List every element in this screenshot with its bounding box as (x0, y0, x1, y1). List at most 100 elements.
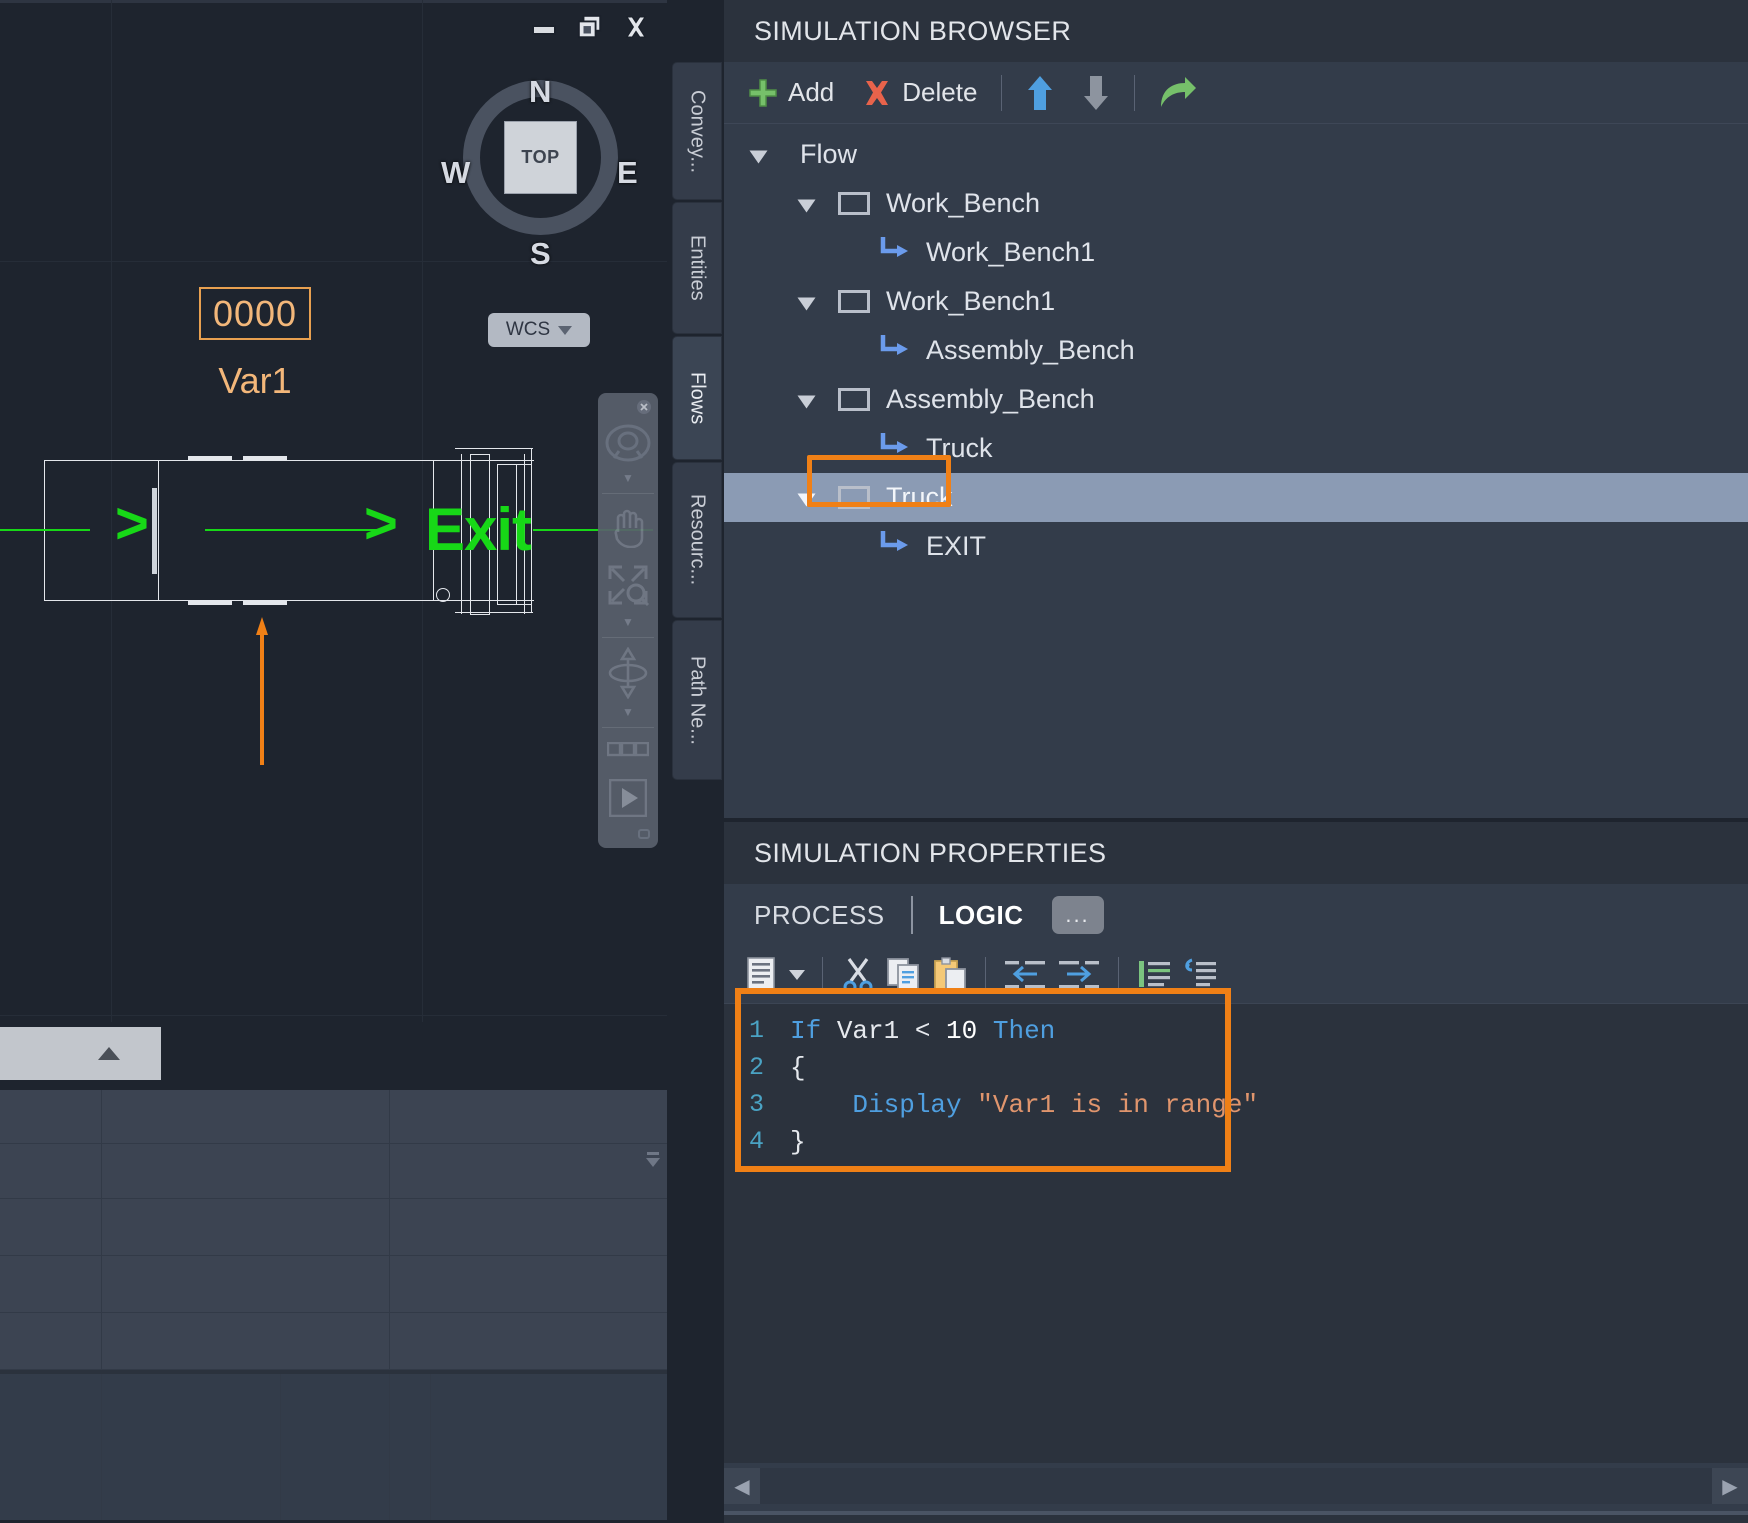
more-options-button[interactable]: ... (1051, 896, 1104, 934)
chevron-up-icon (97, 1047, 120, 1060)
editor-toolbar[interactable] (724, 946, 1748, 1004)
wcs-dropdown[interactable]: WCS (488, 313, 590, 347)
grid-line (0, 1015, 667, 1016)
table-row[interactable] (0, 1256, 667, 1313)
flow-tree[interactable]: Flow Work_Bench Work_Bench1 Work_Bench1 … (724, 124, 1748, 571)
copy-icon[interactable] (881, 954, 927, 996)
expand-caret-icon[interactable] (797, 193, 822, 215)
table-row[interactable] (0, 1199, 667, 1256)
sidebar-tab-label: Resourc... (686, 494, 709, 586)
tree-item-work-bench1-link[interactable]: Work_Bench1 (724, 228, 1748, 277)
code-token: Then (992, 1016, 1056, 1046)
tab-logic[interactable]: LOGIC (925, 900, 1038, 931)
view-cube-top-face[interactable]: TOP (504, 121, 577, 194)
window-controls[interactable] (531, 14, 649, 40)
delete-button[interactable]: Delete (848, 70, 991, 116)
browser-toolbar[interactable]: Add Delete (724, 62, 1748, 124)
logic-code-editor[interactable]: 1 2 3 4 If Var1 < 10 Then{ Display "Var1… (724, 1004, 1748, 1463)
sidebar-tab-path-networks[interactable]: Path Ne... (672, 620, 722, 780)
go-to-button[interactable] (1145, 70, 1211, 116)
outdent-icon[interactable] (998, 954, 1052, 996)
uncomment-icon[interactable] (1177, 954, 1223, 996)
sidebar-tab-resources[interactable]: Resourc... (672, 462, 722, 618)
app-root: N S W E TOP WCS 0000 Var1 > > Exit ▼ ▼ ▼… (0, 0, 1748, 1523)
tree-item-label: EXIT (926, 531, 987, 561)
simulation-properties-body: PROCESS LOGIC ... 1 2 3 4 If Var1 < 10 T… (724, 884, 1748, 1523)
chevron-down-icon[interactable]: ▼ (598, 615, 658, 629)
expand-caret-icon[interactable] (797, 291, 822, 313)
collapse-panel-button[interactable] (0, 1027, 161, 1080)
tree-item-assembly-bench[interactable]: Assembly_Bench (724, 375, 1748, 424)
move-down-button[interactable] (1068, 70, 1124, 116)
tree-item-assembly-bench-link[interactable]: Assembly_Bench (724, 326, 1748, 375)
view-cube[interactable]: N S W E TOP (441, 58, 638, 271)
tree-item-flow[interactable]: Flow (724, 130, 1748, 179)
zoom-extents-icon[interactable] (598, 557, 658, 613)
flow-link-icon (878, 235, 910, 271)
steering-wheel-icon[interactable] (598, 415, 658, 471)
chevron-down-icon (558, 325, 573, 335)
resize-grip-icon[interactable] (598, 821, 658, 847)
table-row[interactable] (0, 1144, 667, 1199)
orbit-icon[interactable] (598, 643, 658, 703)
tab-process[interactable]: PROCESS (740, 900, 899, 931)
chevron-down-icon[interactable]: ▼ (598, 471, 658, 485)
data-table[interactable] (0, 1090, 667, 1520)
navigation-toolbar[interactable]: ▼ ▼ ▼ (598, 393, 658, 848)
expand-caret-icon[interactable] (797, 487, 822, 509)
table-row[interactable] (0, 1090, 667, 1144)
path-chevron-icon: > (115, 491, 149, 556)
dropdown-caret-icon[interactable] (784, 954, 810, 996)
template-list-icon[interactable] (738, 954, 784, 996)
tree-item-label: Work_Bench1 (886, 286, 1056, 316)
add-button[interactable]: Add (734, 70, 848, 116)
table-column-divider (280, 1374, 281, 1520)
properties-tabs[interactable]: PROCESS LOGIC ... (724, 884, 1748, 946)
chevron-down-icon[interactable]: ▼ (598, 705, 658, 719)
sidebar-tab-conveyors[interactable]: Convey... (672, 62, 722, 200)
wcs-label: WCS (505, 319, 551, 340)
toolbar-divider (1134, 74, 1136, 111)
cad-viewport[interactable]: N S W E TOP WCS 0000 Var1 > > Exit ▼ ▼ ▼ (0, 0, 667, 1085)
indent-icon[interactable] (1052, 954, 1106, 996)
spinner-icon[interactable] (645, 1152, 661, 1167)
variable-value-box: 0000 (199, 287, 311, 340)
tree-item-exit[interactable]: EXIT (724, 522, 1748, 571)
tree-item-work-bench1[interactable]: Work_Bench1 (724, 277, 1748, 326)
compass-south-label: S (530, 236, 551, 271)
comment-icon[interactable] (1131, 954, 1177, 996)
tree-item-truck-link[interactable]: Truck (724, 424, 1748, 473)
close-icon[interactable] (598, 397, 658, 417)
flow-link-icon (878, 333, 910, 369)
side-tab-strip[interactable]: Convey... Entities Flows Resourc... Path… (672, 62, 724, 780)
move-up-button[interactable] (1012, 70, 1068, 116)
table-row[interactable] (0, 1313, 667, 1370)
tree-item-truck-selected[interactable]: Truck (724, 473, 1748, 522)
cut-icon[interactable] (835, 954, 881, 996)
window-grid-icon[interactable] (598, 733, 658, 777)
paste-icon[interactable] (927, 954, 973, 996)
table-column-divider (389, 1374, 390, 1520)
pan-hand-icon[interactable] (598, 499, 658, 555)
code-text-area[interactable]: If Var1 < 10 Then{ Display "Var1 is in r… (772, 1004, 1748, 1463)
scrollbar-track[interactable] (760, 1468, 1712, 1504)
sidebar-tab-flows[interactable]: Flows (672, 336, 722, 460)
play-icon[interactable] (598, 775, 658, 821)
sidebar-tab-label: Path Ne... (686, 655, 709, 745)
horizontal-scrollbar[interactable]: ◀ ▶ (724, 1467, 1748, 1505)
code-token: { (790, 1053, 806, 1083)
code-token: 10 (946, 1016, 993, 1046)
minimize-icon[interactable] (531, 14, 557, 40)
sidebar-tab-entities[interactable]: Entities (672, 202, 722, 334)
tree-item-work-bench[interactable]: Work_Bench (724, 179, 1748, 228)
restore-icon[interactable] (577, 14, 603, 40)
scroll-left-button[interactable]: ◀ (724, 1468, 760, 1504)
view-cube-face-label: TOP (521, 147, 560, 167)
code-token: < (914, 1016, 947, 1046)
expand-caret-icon[interactable] (797, 389, 822, 411)
plus-icon (749, 78, 777, 107)
close-icon[interactable] (623, 14, 649, 40)
simulation-properties-title: SIMULATION PROPERTIES (724, 822, 1748, 884)
scroll-right-button[interactable]: ▶ (1712, 1468, 1748, 1504)
expand-caret-icon[interactable] (749, 144, 774, 166)
